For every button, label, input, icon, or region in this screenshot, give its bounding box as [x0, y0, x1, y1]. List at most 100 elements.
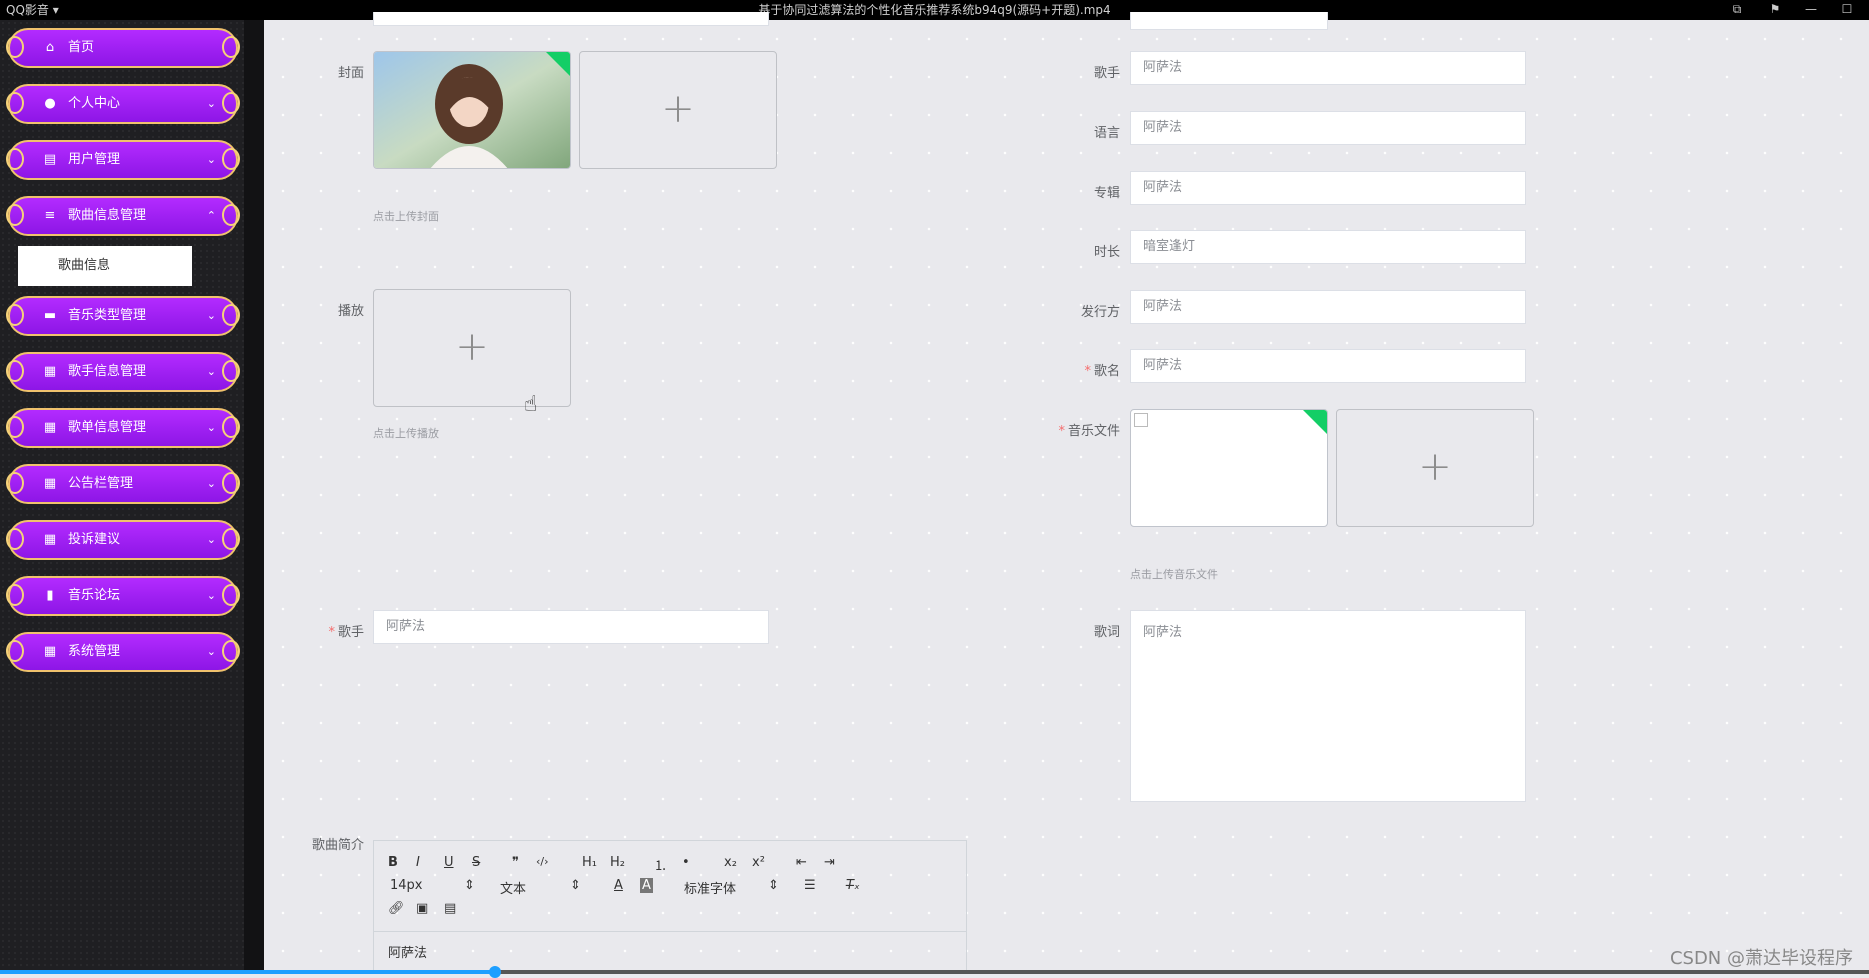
lyrics-label: 歌词 — [1093, 625, 1120, 640]
video-progress-fill — [0, 970, 496, 974]
lyrics-textarea[interactable]: 阿萨法 — [1130, 610, 1526, 802]
strike-button[interactable]: S — [472, 855, 480, 870]
song-name-input[interactable]: 阿萨法 — [1130, 349, 1526, 383]
music-file-thumbnail[interactable] — [1130, 409, 1328, 527]
video-progress-handle[interactable] — [489, 966, 502, 978]
maximize-icon[interactable]: ☐ — [1838, 0, 1856, 18]
text-style-select[interactable]: 文本 — [500, 878, 526, 897]
font-family-select[interactable]: 标准字体 — [684, 878, 736, 897]
menu-ornament-right — [222, 416, 240, 438]
outdent-button[interactable]: ⇤ — [796, 855, 807, 870]
sidebar-item-home[interactable]: ⌂ 首页 — [6, 28, 240, 68]
chevron-down-icon: ⌄ — [206, 533, 216, 546]
font-size-select[interactable]: 14px — [390, 878, 423, 893]
menu-ornament-left — [6, 204, 24, 226]
code-block-button[interactable]: ‹/› — [536, 855, 549, 868]
singer-input[interactable]: 阿萨法 — [1130, 51, 1526, 85]
subscript-button[interactable]: x₂ — [724, 855, 737, 870]
song-intro-editor[interactable]: B I U S ❞ ‹/› H₁ H₂ ⒈ • x₂ x² ⇤ ⇥ 14px ⇕… — [373, 840, 967, 974]
sidebar-item-label: 音乐类型管理 — [68, 308, 147, 323]
sidebar-item-notice-management[interactable]: ▦ 公告栏管理 ⌄ — [6, 464, 240, 504]
indent-button[interactable]: ⇥ — [824, 855, 835, 870]
top-field-right-partial[interactable] — [1130, 12, 1328, 30]
cover-thumbnail[interactable] — [373, 51, 571, 169]
language-label: 语言 — [1093, 126, 1120, 141]
sidebar-item-music-type-management[interactable]: ▬ 音乐类型管理 ⌄ — [6, 296, 240, 336]
duration-input[interactable]: 暗室逢灯 — [1130, 230, 1526, 264]
chevron-down-icon: ⌄ — [206, 153, 216, 166]
cover-label: 封面 — [337, 66, 364, 81]
font-color-button[interactable]: A — [614, 878, 623, 893]
plus-icon: + — [455, 324, 489, 370]
pin-icon[interactable]: ⧉ — [1728, 0, 1746, 18]
publisher-label: 发行方 — [1080, 305, 1120, 320]
sidebar-item-personal-center[interactable]: ● 个人中心 ⌄ — [6, 84, 240, 124]
sidebar-item-song-info-management[interactable]: ≡ 歌曲信息管理 ⌃ — [6, 196, 240, 236]
user-icon: ● — [44, 96, 56, 111]
heading1-button[interactable]: H₁ — [582, 855, 597, 870]
album-label: 专辑 — [1093, 186, 1120, 201]
bold-button[interactable]: B — [388, 855, 398, 870]
sidebar-item-label: 个人中心 — [68, 96, 121, 111]
play-label: 播放 — [337, 304, 364, 319]
sidebar-item-label: 歌单信息管理 — [68, 420, 147, 435]
sidebar-item-label: 投诉建议 — [68, 532, 121, 547]
ordered-list-button[interactable]: ⒈ — [654, 855, 667, 874]
sidebar-item-system-management[interactable]: ▦ 系统管理 ⌄ — [6, 632, 240, 672]
blockquote-button[interactable]: ❞ — [512, 855, 519, 870]
player-title-bar: QQ影音 ▾ 基于协同过滤算法的个性化音乐推荐系统b94q9(源码+开题).mp… — [0, 0, 1869, 20]
video-icon[interactable]: ▤ — [444, 901, 456, 916]
monitor-icon: ▬ — [43, 308, 57, 323]
video-progress-bar[interactable] — [0, 966, 1869, 978]
cover-upload-button[interactable]: + — [579, 51, 777, 169]
top-field-left-partial[interactable] — [373, 12, 769, 26]
editor-content[interactable]: 阿萨法 — [374, 932, 966, 971]
music-file-upload-button[interactable]: + — [1336, 409, 1534, 527]
heading2-button[interactable]: H₂ — [610, 855, 625, 870]
underline-button[interactable]: U — [444, 855, 454, 870]
sidebar-item-playlist-management[interactable]: ▦ 歌单信息管理 ⌄ — [6, 408, 240, 448]
menu-ornament-left — [6, 416, 24, 438]
singer-left-input[interactable]: 阿萨法 — [373, 610, 769, 644]
minimize-icon[interactable]: — — [1802, 0, 1820, 18]
menu-ornament-left — [6, 36, 24, 58]
cover-image — [374, 52, 570, 168]
background-color-button[interactable]: A — [640, 878, 653, 893]
italic-button[interactable]: I — [416, 855, 420, 870]
sidebar-item-singer-info-management[interactable]: ▦ 歌手信息管理 ⌄ — [6, 352, 240, 392]
menu-ornament-right — [222, 528, 240, 550]
sidebar-item-label: 用户管理 — [68, 152, 121, 167]
sidebar-item-music-forum[interactable]: ▮ 音乐论坛 ⌄ — [6, 576, 240, 616]
sidebar-item-user-management[interactable]: ▤ 用户管理 ⌄ — [6, 140, 240, 180]
link-icon[interactable]: 🔗︎ — [388, 901, 405, 916]
sidebar-item-label: 音乐论坛 — [68, 588, 121, 603]
grid-icon: ▦ — [43, 532, 57, 547]
broken-image-icon — [1134, 413, 1148, 427]
sidebar-item-complaints[interactable]: ▦ 投诉建议 ⌄ — [6, 520, 240, 560]
chevron-updown-icon: ⇕ — [464, 878, 475, 893]
publisher-input[interactable]: 阿萨法 — [1130, 290, 1526, 324]
menu-ornament-right — [222, 640, 240, 662]
chart-icon: ▮ — [46, 588, 54, 603]
hand-cursor-icon: ☝ — [524, 392, 538, 417]
menu-ornament-right — [222, 472, 240, 494]
list-icon: ≡ — [44, 208, 56, 223]
sidebar-subitem-song-info[interactable]: 歌曲信息 — [18, 246, 192, 286]
clear-format-icon[interactable]: T̶ₓ — [846, 878, 860, 893]
image-icon[interactable]: ▣ — [416, 901, 428, 916]
play-upload-button[interactable]: + — [373, 289, 571, 407]
settings-icon[interactable]: ⚑ — [1766, 0, 1784, 18]
chevron-down-icon: ⌄ — [206, 421, 216, 434]
music-file-upload-hint: 点击上传音乐文件 — [1130, 568, 1218, 581]
language-input[interactable]: 阿萨法 — [1130, 111, 1526, 145]
editor-toolbar: B I U S ❞ ‹/› H₁ H₂ ⒈ • x₂ x² ⇤ ⇥ 14px ⇕… — [374, 841, 966, 932]
upload-success-badge — [1302, 410, 1327, 435]
album-input[interactable]: 阿萨法 — [1130, 171, 1526, 205]
bullet-list-button[interactable]: • — [682, 855, 690, 870]
align-button[interactable]: ☰ — [804, 878, 816, 893]
sidebar-menu: ⌂ 首页 ● 个人中心 ⌄ ▤ 用户管理 ⌄ ≡ 歌曲信息管理 ⌃ 歌曲信息 ▬… — [6, 28, 240, 688]
clipboard-icon: ▤ — [43, 152, 57, 167]
menu-ornament-left — [6, 584, 24, 606]
superscript-button[interactable]: x² — [752, 855, 765, 870]
sidebar-item-label: 系统管理 — [68, 644, 121, 659]
